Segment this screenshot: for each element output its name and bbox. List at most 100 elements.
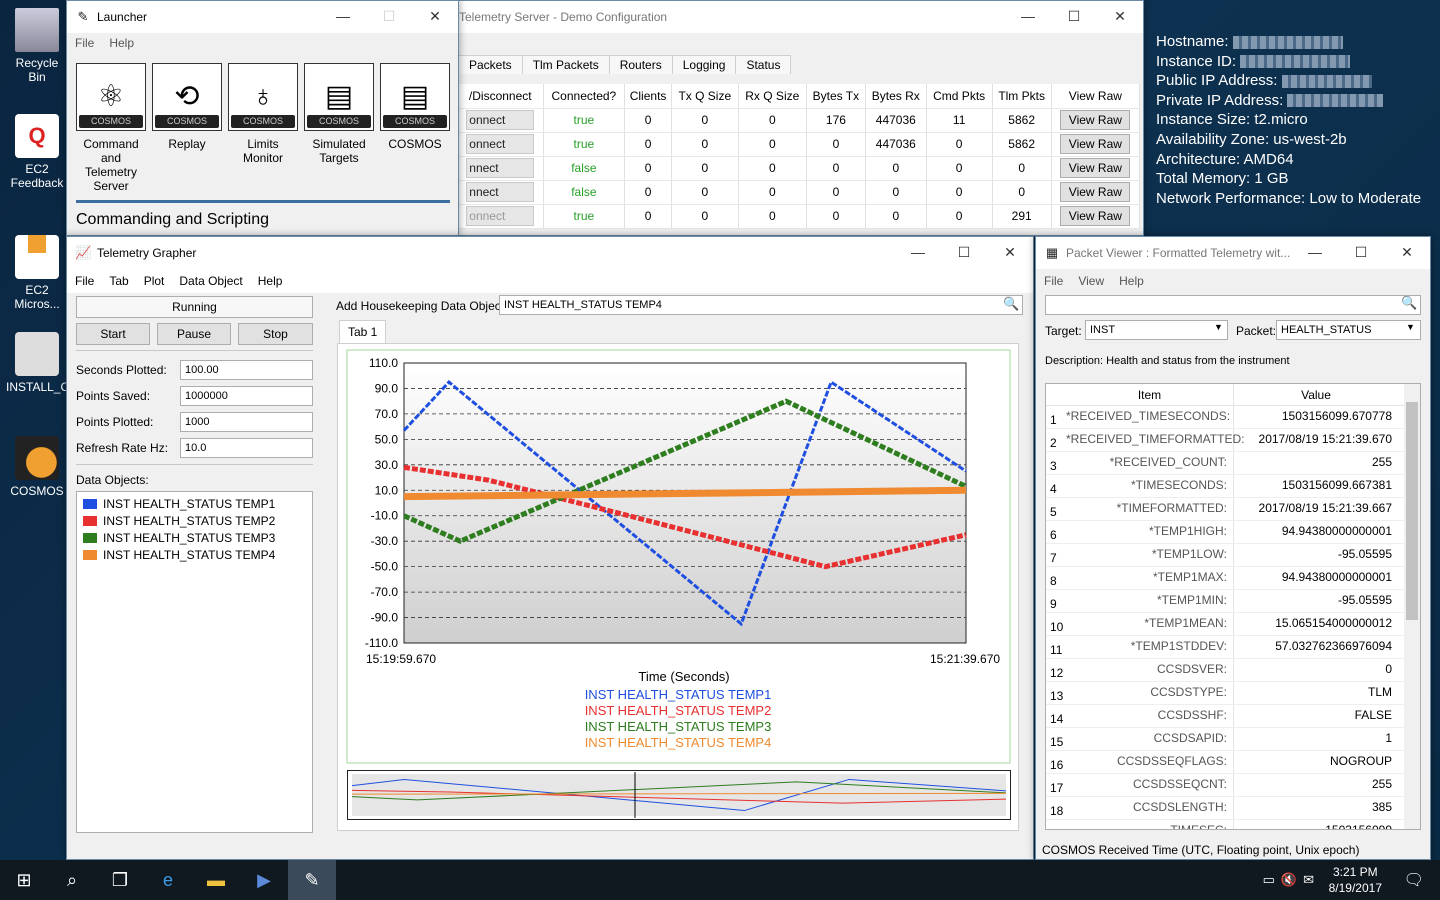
minimize-icon[interactable]: — — [320, 1, 366, 31]
points-plotted-input[interactable]: 1000 — [180, 412, 313, 432]
notification-icon[interactable]: 🗨 — [1404, 870, 1424, 890]
view-raw-button[interactable]: View Raw — [1060, 182, 1131, 202]
close-icon[interactable]: ✕ — [987, 237, 1033, 267]
recycle-bin-icon[interactable]: Recycle Bin — [6, 8, 68, 84]
table-row[interactable]: 7 *TEMP1LOW: -95.05595 — [1046, 544, 1420, 567]
tab-tlm-packets[interactable]: Tlm Packets — [521, 55, 610, 74]
tab-packets[interactable]: Packets — [458, 55, 523, 74]
start-button[interactable]: Start — [76, 323, 150, 345]
menu-plot[interactable]: Plot — [144, 274, 165, 288]
col-header[interactable]: Bytes Rx — [865, 84, 927, 109]
list-item[interactable]: INST HEALTH_STATUS TEMP2 — [77, 512, 312, 529]
task-view-icon[interactable]: ❐ — [96, 860, 144, 900]
menu-data-object[interactable]: Data Object — [179, 274, 242, 288]
col-header[interactable]: Tlm Pkts — [992, 84, 1052, 109]
view-raw-button[interactable]: View Raw — [1060, 206, 1131, 226]
table-row[interactable]: 5 *TIMEFORMATTED: 2017/08/19 15:21:39.667 — [1046, 498, 1420, 521]
search-icon[interactable]: 🔍 — [1401, 295, 1417, 311]
col-header[interactable]: Tx Q Size — [671, 84, 739, 109]
table-row[interactable]: 11 *TEMP1STDDEV: 57.032762366976094 — [1046, 636, 1420, 659]
powershell-icon[interactable]: ▶ — [240, 860, 288, 900]
list-item[interactable]: INST HEALTH_STATUS TEMP1 — [77, 495, 312, 512]
pause-button[interactable]: Pause — [157, 323, 231, 345]
target-select[interactable]: INST — [1085, 320, 1228, 340]
connect-button[interactable]: nnect — [466, 182, 535, 202]
list-item[interactable]: INST HEALTH_STATUS TEMP3 — [77, 529, 312, 546]
close-icon[interactable]: ✕ — [1097, 1, 1143, 31]
tab-status[interactable]: Status — [735, 55, 792, 74]
col-header[interactable]: /Disconnect — [458, 84, 544, 109]
col-header[interactable]: View Raw — [1051, 84, 1141, 109]
maximize-icon[interactable]: ☐ — [1051, 1, 1097, 31]
view-raw-button[interactable]: View Raw — [1060, 158, 1131, 178]
cosmos-desktop-icon[interactable]: COSMOS — [6, 436, 68, 498]
table-row[interactable]: 14 CCSDSSHF: FALSE — [1046, 705, 1420, 728]
table-row[interactable]: 4 *TIMESECONDS: 1503156099.667381 — [1046, 475, 1420, 498]
connect-button[interactable]: onnect — [466, 110, 535, 130]
add-object-input[interactable]: INST HEALTH_STATUS TEMP4 — [499, 295, 1023, 315]
replay-tool[interactable]: ⟲ COSMOS Replay — [152, 63, 222, 151]
connect-button[interactable]: nnect — [466, 158, 535, 178]
packet-select[interactable]: HEALTH_STATUS — [1276, 320, 1421, 340]
clock-time[interactable]: 3:21 PM — [1329, 864, 1382, 880]
table-row[interactable]: 16 CCSDSSEQFLAGS: NOGROUP — [1046, 751, 1420, 774]
col-header[interactable]: Connected? — [543, 84, 626, 109]
table-row[interactable]: 9 *TEMP1MIN: -95.05595 — [1046, 590, 1420, 613]
minimize-icon[interactable]: — — [1292, 237, 1338, 267]
scrollbar[interactable] — [1404, 384, 1420, 829]
col-item[interactable]: Item — [1066, 384, 1234, 405]
minimize-icon[interactable]: — — [1005, 1, 1051, 31]
minimize-icon[interactable]: — — [895, 237, 941, 267]
connect-button[interactable]: onnect — [466, 134, 535, 154]
search-icon[interactable]: ⌕ — [48, 860, 96, 900]
seconds-plotted-input[interactable]: 100.00 — [180, 360, 313, 380]
install-icon[interactable]: INSTALL_C... — [6, 332, 79, 394]
search-icon[interactable]: 🔍 — [1003, 296, 1019, 312]
menu-view[interactable]: View — [1078, 274, 1104, 288]
col-header[interactable]: Clients — [624, 84, 672, 109]
table-row[interactable]: 6 *TEMP1HIGH: 94.94380000000001 — [1046, 521, 1420, 544]
simulated-targets-tool[interactable]: ▤ COSMOS Simulated Targets — [304, 63, 374, 165]
maximize-icon[interactable]: ☐ — [366, 1, 412, 31]
table-row[interactable]: 19TIMESEC: 1503156099 — [1046, 820, 1420, 829]
packet-search-input[interactable] — [1045, 295, 1421, 315]
view-raw-button[interactable]: View Raw — [1060, 134, 1131, 154]
stop-button[interactable]: Stop — [238, 323, 313, 345]
col-header[interactable]: Rx Q Size — [738, 84, 807, 109]
tab-logging[interactable]: Logging — [671, 55, 737, 74]
clock-date[interactable]: 8/19/2017 — [1329, 880, 1382, 896]
maximize-icon[interactable]: ☐ — [1338, 237, 1384, 267]
table-row[interactable]: 17 CCSDSSEQCNT: 255 — [1046, 774, 1420, 797]
file-explorer-icon[interactable]: ▬ — [192, 860, 240, 900]
cosmos-taskbar-icon[interactable]: ✎ — [288, 860, 336, 900]
tab-1[interactable]: Tab 1 — [339, 320, 387, 343]
menu-file[interactable]: File — [75, 274, 94, 288]
menu-file[interactable]: File — [1044, 274, 1063, 288]
limits-monitor-tool[interactable]: ♁ COSMOS Limits Monitor — [228, 63, 298, 165]
maximize-icon[interactable]: ☐ — [941, 237, 987, 267]
table-row[interactable]: 12 CCSDSVER: 0 — [1046, 659, 1420, 682]
col-value[interactable]: Value — [1234, 384, 1398, 405]
close-icon[interactable]: ✕ — [1384, 237, 1430, 267]
menu-file[interactable]: File — [75, 36, 94, 50]
telemetry-plot[interactable]: 110.0 90.0 70.0 50.0 30.0 10.0 -10.0 -30.0 -50.0… — [346, 349, 1012, 765]
table-row[interactable]: 15 CCSDSAPID: 1 — [1046, 728, 1420, 751]
points-saved-input[interactable]: 1000000 — [180, 386, 313, 406]
table-row[interactable]: 2 *RECEIVED_TIMEFORMATTED: 2017/08/19 15:2… — [1046, 429, 1420, 452]
internet-explorer-icon[interactable]: e — [144, 860, 192, 900]
table-row[interactable]: 18 CCSDSLENGTH: 385 — [1046, 797, 1420, 820]
ec2-feedback-icon[interactable]: Q EC2 Feedback — [6, 114, 68, 190]
windows-start-icon[interactable]: ⊞ — [0, 860, 48, 900]
table-row[interactable]: 13 CCSDSTYPE: TLM — [1046, 682, 1420, 705]
menu-tab[interactable]: Tab — [109, 274, 128, 288]
list-item[interactable]: INST HEALTH_STATUS TEMP4 — [77, 546, 312, 563]
menu-help[interactable]: Help — [1119, 274, 1144, 288]
col-header[interactable]: Cmd Pkts — [926, 84, 993, 109]
system-tray-icons[interactable]: ▭🔇✉ — [1263, 872, 1320, 888]
table-row[interactable]: 1 *RECEIVED_TIMESECONDS: 1503156099.670778 — [1046, 406, 1420, 429]
menu-help[interactable]: Help — [258, 274, 283, 288]
close-icon[interactable]: ✕ — [412, 1, 458, 31]
refresh-rate-input[interactable]: 10.0 — [180, 438, 313, 458]
table-row[interactable]: 3 *RECEIVED_COUNT: 255 — [1046, 452, 1420, 475]
overview-plot[interactable] — [347, 770, 1011, 820]
